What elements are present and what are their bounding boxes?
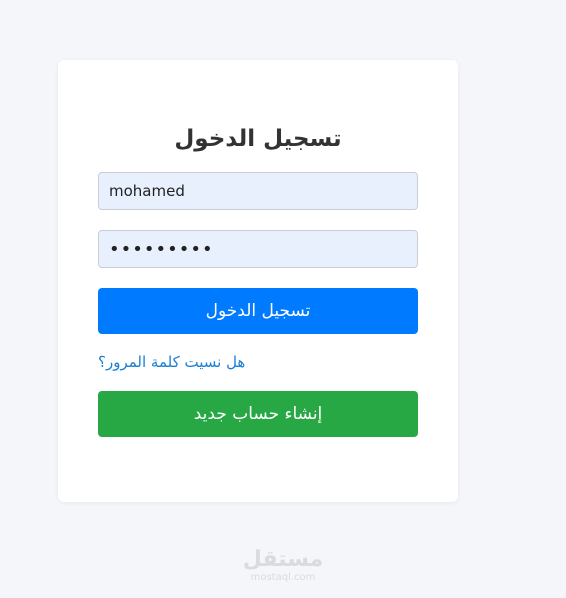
- watermark-latin-text: mostaql.com: [250, 572, 316, 583]
- mostaql-watermark: مستقل mostaql.com: [0, 548, 566, 584]
- watermark-arabic-text: مستقل: [242, 547, 324, 572]
- forgot-password-link[interactable]: هل نسيت كلمة المرور؟: [98, 353, 245, 371]
- page-title: تسجيل الدخول: [174, 126, 342, 152]
- create-account-button[interactable]: إنشاء حساب جديد: [98, 391, 418, 437]
- username-input[interactable]: mohamed: [98, 172, 418, 210]
- login-button[interactable]: تسجيل الدخول: [98, 288, 418, 334]
- login-card: تسجيل الدخول mohamed ••••••••• تسجيل الد…: [58, 60, 458, 502]
- password-input[interactable]: •••••••••: [98, 230, 418, 268]
